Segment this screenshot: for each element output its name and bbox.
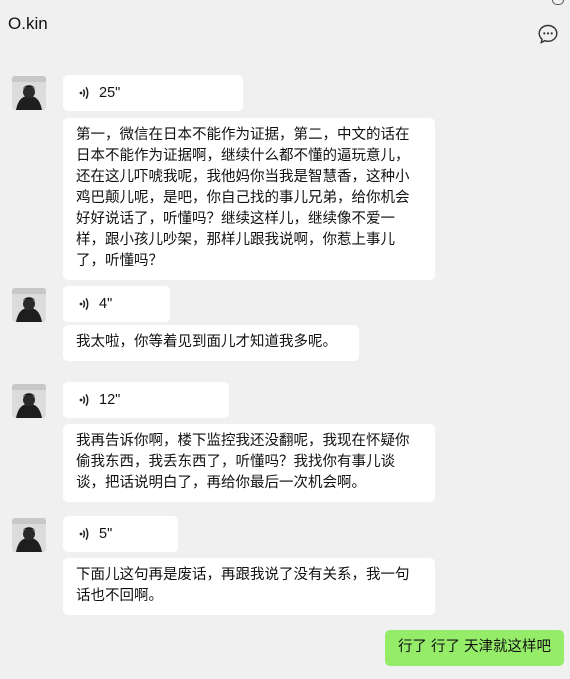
voice-message[interactable]: 4" [63, 286, 170, 322]
voice-wave-icon [79, 298, 89, 310]
voice-message[interactable]: 25" [63, 75, 243, 111]
voice-wave-icon [79, 87, 89, 99]
text-message[interactable]: 第一，微信在日本不能作为证据，第二，中文的话在日本不能作为证据啊，继续什么都不懂… [63, 118, 435, 280]
self-text-message[interactable]: 行了 行了 天津就这样吧 [384, 630, 564, 666]
voice-message[interactable]: 12" [63, 382, 229, 418]
voice-wave-icon [79, 528, 89, 540]
text-message[interactable]: 我太啦，你等着见到面儿才知道我多呢。 [63, 325, 359, 361]
contact-avatar[interactable] [12, 76, 46, 110]
chat-header: O.kin [0, 0, 570, 54]
voice-message[interactable]: 5" [63, 516, 178, 552]
chat-more-icon[interactable] [536, 22, 560, 46]
voice-duration: 4" [99, 295, 113, 312]
message-text: 下面儿这句再是废话，再跟我说了没有关系，我一句话也不回啊。 [76, 567, 410, 604]
voice-duration: 5" [99, 525, 113, 542]
message-text: 我太啦，你等着见到面儿才知道我多呢。 [76, 334, 337, 350]
contact-avatar[interactable] [12, 518, 46, 552]
window-control-icon[interactable] [552, 0, 564, 5]
message-text: 行了 行了 天津就这样吧 [397, 639, 551, 655]
text-message[interactable]: 我再告诉你啊，楼下监控我还没翻呢，我现在怀疑你偷我东西，我丢东西了，听懂吗？我找… [63, 424, 435, 502]
message-text: 第一，微信在日本不能作为证据，第二，中文的话在日本不能作为证据啊，继续什么都不懂… [76, 127, 410, 269]
contact-avatar[interactable] [12, 384, 46, 418]
chat-title: O.kin [8, 14, 48, 33]
message-text: 我再告诉你啊，楼下监控我还没翻呢，我现在怀疑你偷我东西，我丢东西了，听懂吗？我找… [76, 433, 410, 491]
text-message[interactable]: 下面儿这句再是废话，再跟我说了没有关系，我一句话也不回啊。 [63, 558, 435, 615]
voice-duration: 12" [99, 391, 121, 408]
contact-avatar[interactable] [12, 288, 46, 322]
voice-duration: 25" [99, 84, 121, 101]
voice-wave-icon [79, 394, 89, 406]
